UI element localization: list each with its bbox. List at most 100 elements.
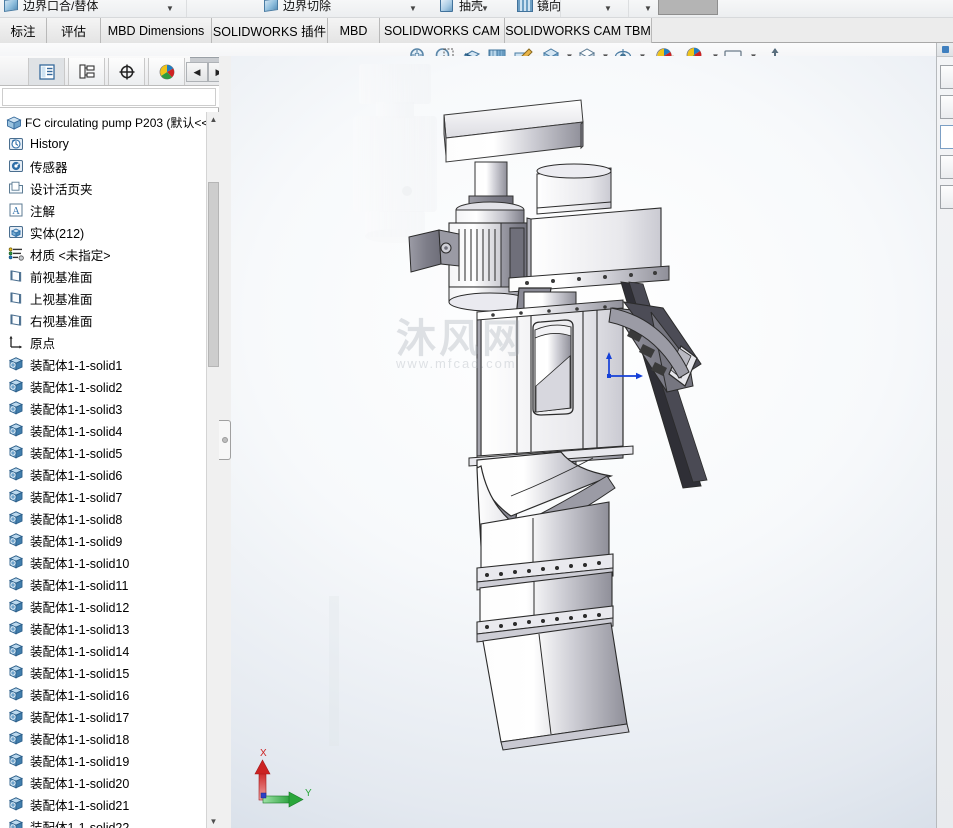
graphics-viewport[interactable]: 沐风网 www.mfcad.com X Y — [231, 56, 936, 828]
tree-item-solid-17[interactable]: 装配体1-1-solid17 — [0, 705, 206, 727]
gear-housing — [508, 163, 670, 293]
tree-item-label: 装配体1-1-solid19 — [30, 754, 130, 769]
tab-solidworks-cam[interactable]: SOLIDWORKS CAM — [380, 18, 505, 43]
display-manager-tab[interactable] — [148, 58, 185, 85]
tree-item-solid-14[interactable]: 装配体1-1-solid14 — [0, 639, 206, 661]
imported-body-icon — [8, 818, 24, 828]
task-pane-file-explorer-button[interactable] — [940, 125, 953, 149]
tree-item-history[interactable]: History — [0, 133, 206, 155]
configuration-manager-tab[interactable] — [108, 58, 145, 85]
feature-tree[interactable]: FC circulating pump P203 (默认<< History 传… — [0, 112, 206, 828]
tree-item-solid-19[interactable]: 装配体1-1-solid19 — [0, 749, 206, 771]
pump-3d-model[interactable] — [231, 56, 936, 828]
imported-body-icon — [8, 598, 24, 614]
mirror-icon — [516, 0, 534, 14]
tree-item-design-binder[interactable]: 设计活页夹 — [0, 177, 206, 199]
tree-item-top-plane[interactable]: 上视基准面 — [0, 287, 206, 309]
tree-item-solid-20[interactable]: 装配体1-1-solid20 — [0, 771, 206, 793]
tree-item-label: 注解 — [30, 204, 56, 219]
tree-item-solid-3[interactable]: 装配体1-1-solid3 — [0, 397, 206, 419]
chevron-down-icon[interactable]: ▼ — [165, 2, 175, 14]
shell-icon — [438, 0, 456, 14]
column-pipe — [476, 501, 630, 751]
tree-item-solid-bodies[interactable]: 实体(212) — [0, 221, 206, 243]
tree-item-front-plane[interactable]: 前视基准面 — [0, 265, 206, 287]
ribbon-item-mirror[interactable]: 镜向 — [516, 0, 561, 16]
tree-item-label: 装配体1-1-solid1 — [30, 358, 123, 373]
design-binder-icon — [8, 180, 24, 196]
pin-icon[interactable] — [942, 46, 949, 53]
triad-y-label: Y — [305, 788, 312, 799]
ghost-motor — [353, 64, 437, 243]
tree-item-right-plane[interactable]: 右视基准面 — [0, 309, 206, 331]
task-pane-appearances-button[interactable] — [940, 185, 953, 209]
drive-shaft — [468, 161, 514, 209]
tab-solidworks-cam-tbm[interactable]: SOLIDWORKS CAM TBM — [505, 18, 652, 43]
chevron-down-icon[interactable]: ▼ — [603, 2, 613, 14]
splitter-grip-icon — [221, 437, 228, 443]
tree-item-sensors[interactable]: 传感器 — [0, 155, 206, 177]
tree-item-solid-7[interactable]: 装配体1-1-solid7 — [0, 485, 206, 507]
imported-body-icon — [8, 510, 24, 526]
ribbon-separator — [560, 0, 561, 17]
tab-label: 评估 — [60, 25, 86, 39]
tree-root-label: FC circulating pump P203 (默认<< — [25, 116, 206, 130]
tree-scrollbar[interactable]: ▲ ▼ — [206, 112, 220, 828]
imported-body-icon — [8, 774, 24, 790]
tab-evaluate[interactable]: 评估 — [47, 18, 101, 43]
ribbon-item-shell[interactable]: 抽壳 — [438, 0, 483, 16]
scroll-thumb[interactable] — [208, 182, 219, 367]
tree-item-annotations[interactable]: A 注解 — [0, 199, 206, 221]
tree-back-button[interactable]: ◀ — [186, 62, 208, 82]
panel-splitter-handle[interactable] — [219, 420, 231, 460]
chevron-down-icon[interactable]: ▼ — [480, 2, 490, 14]
tree-item-label: 装配体1-1-solid14 — [30, 644, 130, 659]
tree-item-solid-15[interactable]: 装配体1-1-solid15 — [0, 661, 206, 683]
property-manager-tab[interactable] — [68, 58, 105, 85]
tab-solidworks-addins[interactable]: SOLIDWORKS 插件 — [212, 18, 328, 43]
ghost-column — [329, 596, 339, 746]
coordinate-triad: X Y — [249, 748, 321, 812]
tree-item-solid-21[interactable]: 装配体1-1-solid21 — [0, 793, 206, 815]
chevron-down-icon: ▼ — [209, 816, 218, 826]
tab-mbd[interactable]: MBD — [328, 18, 380, 43]
tree-item-label: 装配体1-1-solid12 — [30, 600, 130, 615]
tree-item-solid-16[interactable]: 装配体1-1-solid16 — [0, 683, 206, 705]
tab-annotation[interactable]: 标注 — [0, 18, 47, 43]
tree-item-origin[interactable]: 原点 — [0, 331, 206, 353]
task-pane-resources-button[interactable] — [940, 65, 953, 89]
tree-item-solid-5[interactable]: 装配体1-1-solid5 — [0, 441, 206, 463]
imported-body-icon — [8, 664, 24, 680]
tree-item-solid-8[interactable]: 装配体1-1-solid8 — [0, 507, 206, 529]
feature-manager-tab[interactable] — [28, 58, 65, 85]
tree-root-item[interactable]: FC circulating pump P203 (默认<< — [0, 112, 206, 133]
command-manager-tabs: 标注 评估 MBD Dimensions SOLIDWORKS 插件 MBD S… — [0, 18, 953, 43]
ribbon-item-boundary-cut[interactable]: 边界切除 — [262, 0, 331, 16]
ribbon-item-boundary-boss[interactable]: 边界口合/替体 — [2, 0, 98, 16]
chevron-down-icon[interactable]: ▼ — [643, 2, 653, 14]
tree-item-solid-6[interactable]: 装配体1-1-solid6 — [0, 463, 206, 485]
tree-filter-input[interactable] — [2, 88, 216, 106]
tree-item-label: 装配体1-1-solid16 — [30, 688, 130, 703]
tree-item-solid-1[interactable]: 装配体1-1-solid1 — [0, 353, 206, 375]
tree-item-solid-9[interactable]: 装配体1-1-solid9 — [0, 529, 206, 551]
ribbon-selected-swatch[interactable] — [658, 0, 718, 15]
tree-item-solid-13[interactable]: 装配体1-1-solid13 — [0, 617, 206, 639]
tree-item-solid-10[interactable]: 装配体1-1-solid10 — [0, 551, 206, 573]
imported-body-icon — [8, 708, 24, 724]
chevron-down-icon[interactable]: ▼ — [408, 2, 418, 14]
tab-mbd-dimensions[interactable]: MBD Dimensions — [101, 18, 212, 43]
tree-item-solid-12[interactable]: 装配体1-1-solid12 — [0, 595, 206, 617]
tree-item-solid-18[interactable]: 装配体1-1-solid18 — [0, 727, 206, 749]
task-pane-design-library-button[interactable] — [940, 95, 953, 119]
tree-list-icon — [38, 63, 55, 80]
tree-item-solid-2[interactable]: 装配体1-1-solid2 — [0, 375, 206, 397]
ribbon-item-label: 镜向 — [537, 0, 562, 13]
tree-item-solid-22[interactable]: 装配体1-1-solid22 — [0, 815, 206, 828]
tree-item-label: 前视基准面 — [30, 270, 93, 285]
task-pane-view-palette-button[interactable] — [940, 155, 953, 179]
tree-item-solid-11[interactable]: 装配体1-1-solid11 — [0, 573, 206, 595]
tree-item-material[interactable]: 材质 <未指定> — [0, 243, 206, 265]
tree-item-solid-4[interactable]: 装配体1-1-solid4 — [0, 419, 206, 441]
tab-label: SOLIDWORKS CAM — [384, 23, 500, 38]
